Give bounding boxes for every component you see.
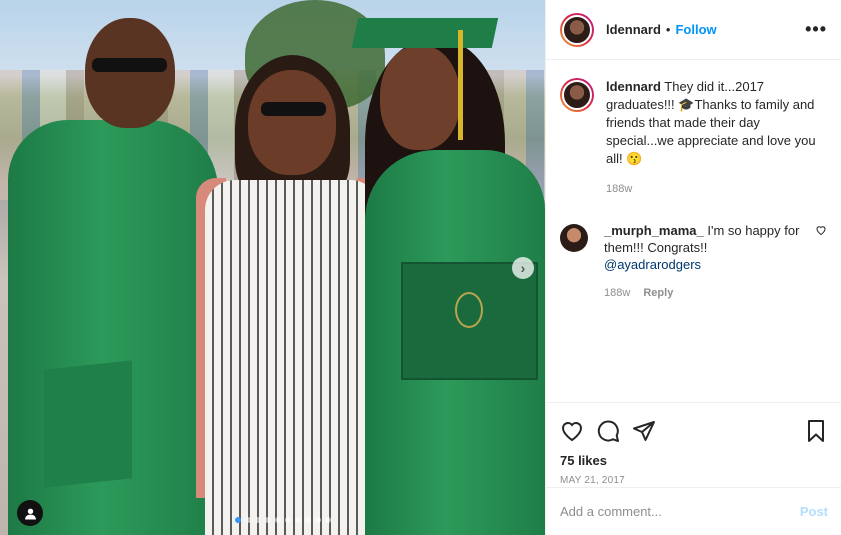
action-bar (560, 411, 828, 451)
post-photo[interactable]: › (0, 0, 545, 535)
sunglasses-left (92, 58, 167, 72)
more-options-icon[interactable]: ••• (805, 19, 827, 40)
cap-tassel (458, 30, 463, 140)
graduate-head-left (85, 18, 175, 128)
graduation-cap-held (44, 360, 132, 488)
post-date[interactable]: MAY 21, 2017 (560, 475, 828, 486)
carousel-dot (305, 517, 311, 523)
carousel-dot (265, 517, 271, 523)
comment-username[interactable]: _murph_mama_ (604, 223, 704, 238)
sunglasses-middle (261, 102, 326, 116)
caption-body: ldennard They did it...2017 graduates!!!… (606, 78, 827, 198)
graduate-head-right (380, 45, 460, 150)
carousel-dots (235, 517, 331, 523)
post-sidebar: ldennard • Follow ••• ldennard They did … (545, 0, 841, 535)
post-comment-button[interactable]: Post (800, 504, 828, 519)
comments-section: ldennard They did it...2017 graduates!!!… (546, 60, 841, 403)
striped-jumpsuit (205, 180, 380, 535)
carousel-dot (285, 517, 291, 523)
carousel-dot (255, 517, 261, 523)
diploma-seal (455, 292, 483, 328)
mother-head (248, 70, 336, 175)
carousel-next-button[interactable]: › (512, 257, 534, 279)
comment-age[interactable]: 188w (604, 287, 630, 299)
chevron-right-icon: › (520, 260, 526, 276)
heart-icon[interactable] (560, 419, 584, 443)
separator-dot: • (665, 22, 671, 37)
likes-count[interactable]: 75 likes (560, 453, 828, 468)
carousel-dot (295, 517, 301, 523)
carousel-dot (245, 517, 251, 523)
comment-avatar[interactable] (560, 224, 588, 252)
tagged-users-button[interactable] (17, 500, 43, 526)
avatar-image (562, 14, 592, 45)
avatar[interactable] (560, 12, 594, 47)
reply-button[interactable]: Reply (643, 287, 673, 299)
carousel-dot (275, 517, 281, 523)
comment-input[interactable] (560, 504, 800, 519)
user-icon (24, 508, 36, 519)
carousel-dot (315, 517, 321, 523)
instagram-post: › ldennard • Follow ••• ldennard They di… (0, 0, 841, 535)
carousel-dot (325, 517, 331, 523)
comment-like-heart-icon[interactable] (815, 224, 827, 236)
add-comment-bar: Post (546, 487, 841, 535)
caption-age[interactable]: 188w (606, 180, 827, 198)
author-username[interactable]: ldennard (606, 22, 661, 37)
comment-meta: 188w Reply (604, 285, 804, 302)
caption-avatar[interactable] (560, 78, 594, 112)
caption-username[interactable]: ldennard (606, 79, 661, 94)
post-actions: 75 likes MAY 21, 2017 (546, 402, 841, 486)
post-header: ldennard • Follow ••• (546, 0, 841, 60)
carousel-dot (235, 517, 241, 523)
send-icon[interactable] (632, 419, 656, 443)
comment-item: _murph_mama_ I'm so happy for them!!! Co… (560, 222, 827, 302)
comment-mention[interactable]: @ayadrarodgers (604, 257, 701, 272)
comment-body: _murph_mama_ I'm so happy for them!!! Co… (604, 222, 804, 302)
avatar-image (562, 80, 592, 110)
post-caption: ldennard They did it...2017 graduates!!!… (560, 78, 827, 198)
graduation-cap-worn (351, 18, 499, 48)
bookmark-icon[interactable] (804, 419, 828, 443)
comment-icon[interactable] (596, 419, 620, 443)
follow-button[interactable]: Follow (675, 22, 716, 37)
